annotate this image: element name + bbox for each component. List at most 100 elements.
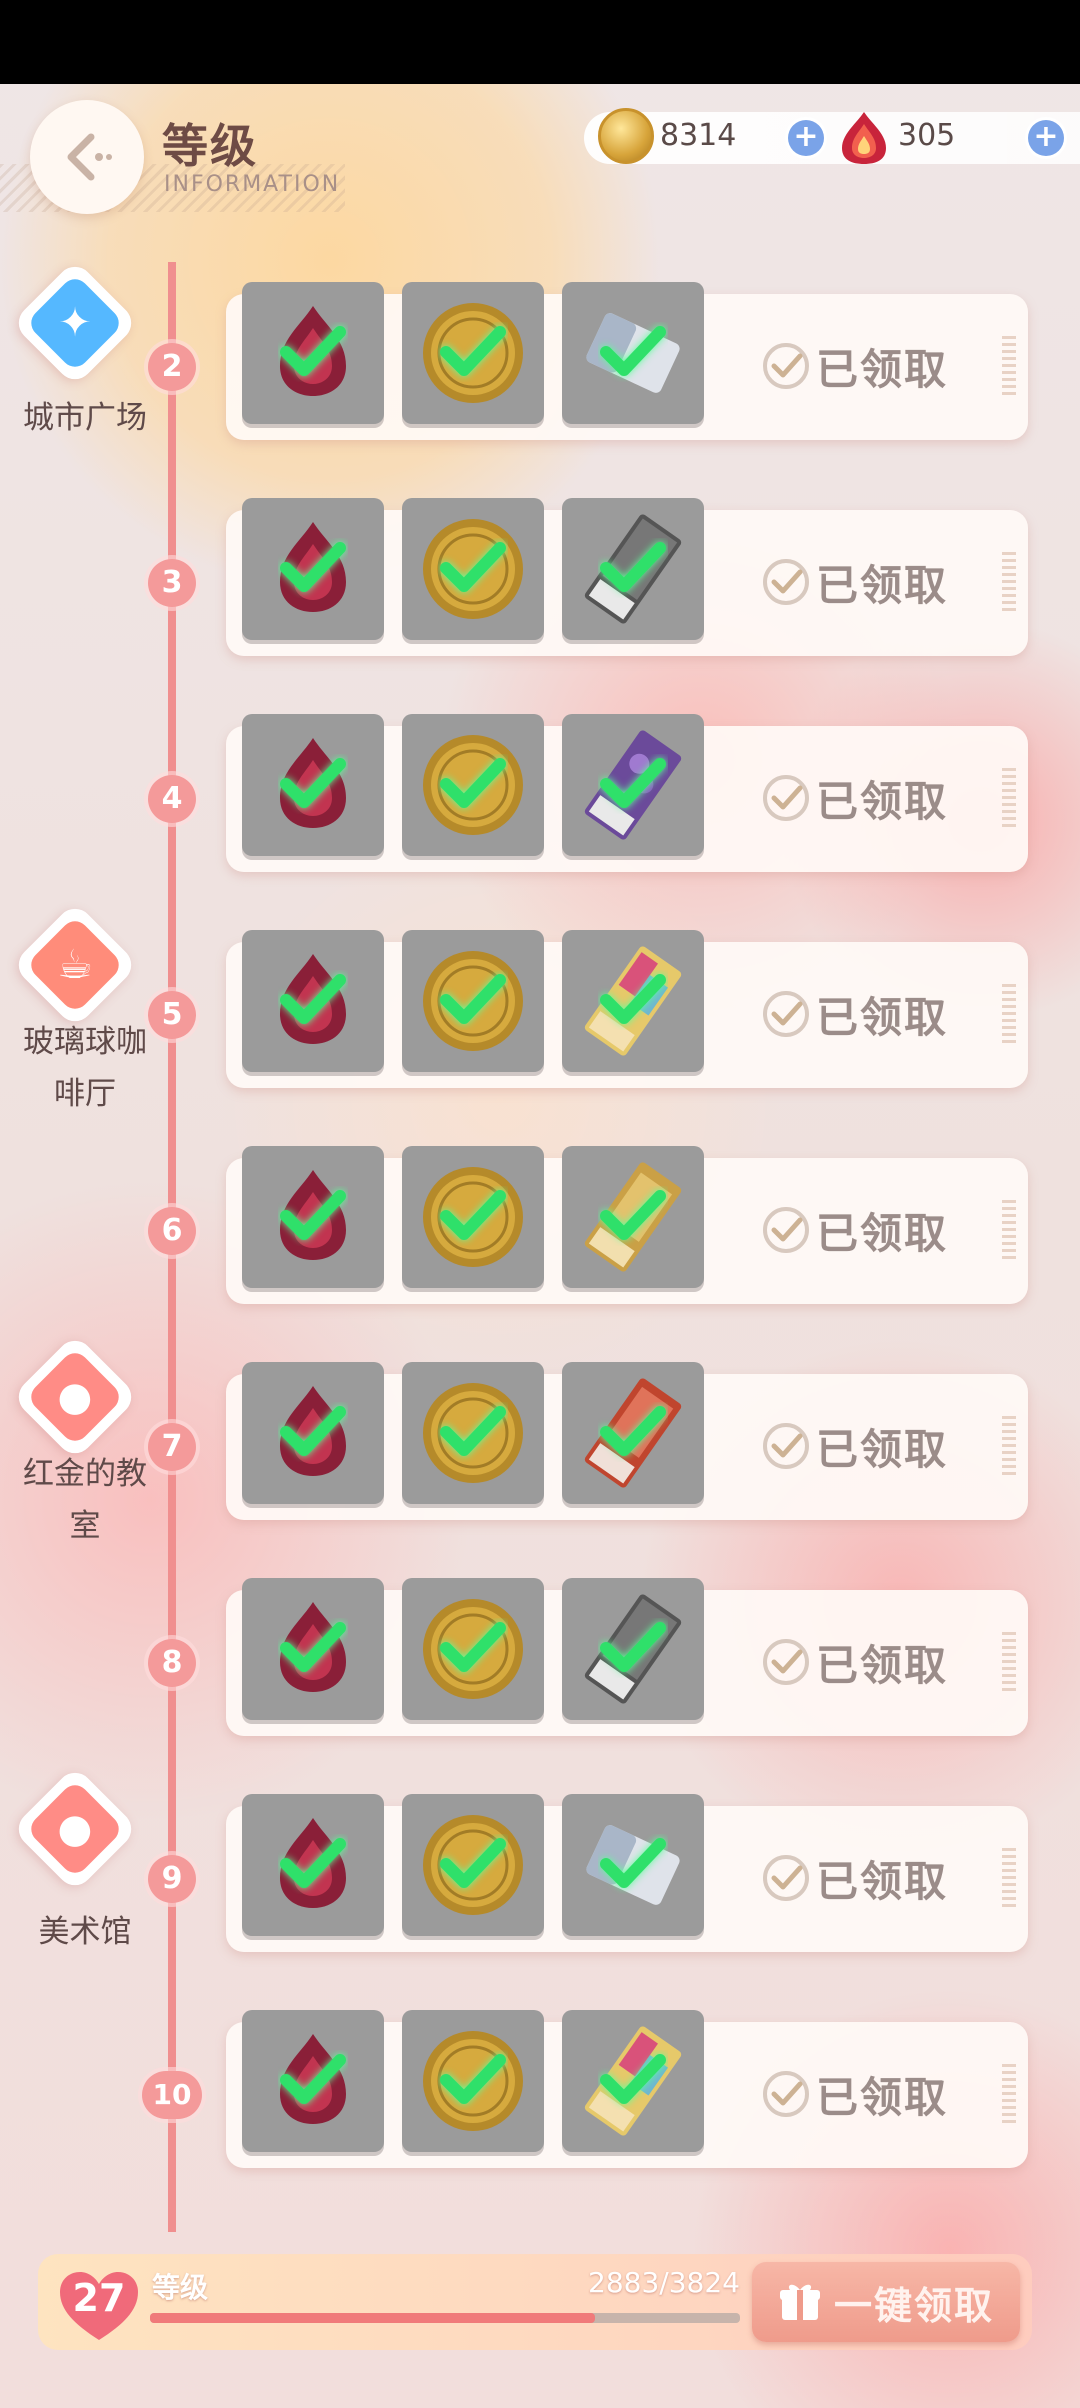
location-label: 啡厅 xyxy=(54,1076,116,1112)
claimed-check-icon xyxy=(760,340,812,392)
current-level: 27 xyxy=(72,2276,126,2320)
card-decoration xyxy=(1002,984,1016,1046)
level-marker: 6 xyxy=(148,1207,196,1255)
check-icon xyxy=(438,1186,508,1246)
check-icon xyxy=(438,538,508,598)
check-icon xyxy=(438,2050,508,2110)
card-decoration xyxy=(1002,1848,1016,1910)
coin-reward[interactable] xyxy=(402,1578,544,1720)
item-reward[interactable] xyxy=(562,2010,704,2152)
coin-reward[interactable] xyxy=(402,2010,544,2152)
coin-reward[interactable] xyxy=(402,282,544,424)
card-decoration xyxy=(1002,768,1016,830)
check-icon xyxy=(278,970,348,1030)
claimed-status: 已领取 xyxy=(760,1632,960,1692)
gem-reward[interactable] xyxy=(242,498,384,640)
location-label: 玻璃球咖 xyxy=(23,1024,147,1060)
claimed-status: 已领取 xyxy=(760,768,960,828)
level-marker: 9 xyxy=(148,1855,196,1903)
item-reward[interactable] xyxy=(562,282,704,424)
check-icon xyxy=(598,2050,668,2110)
claimed-status: 已领取 xyxy=(760,1200,960,1260)
gem-reward[interactable] xyxy=(242,714,384,856)
level-marker: 8 xyxy=(148,1639,196,1687)
add-gems-button[interactable]: + xyxy=(1028,120,1064,156)
claimed-label: 已领取 xyxy=(816,344,949,394)
location-label: 红金的教 xyxy=(23,1456,147,1492)
claimed-status: 已领取 xyxy=(760,984,960,1044)
check-icon xyxy=(438,322,508,382)
item-reward[interactable] xyxy=(562,498,704,640)
check-icon xyxy=(278,754,348,814)
check-icon xyxy=(438,970,508,1030)
claimed-status: 已领取 xyxy=(760,336,960,396)
gem-reward[interactable] xyxy=(242,1578,384,1720)
claimed-check-icon xyxy=(760,1636,812,1688)
check-icon xyxy=(598,1618,668,1678)
gem-reward[interactable] xyxy=(242,930,384,1072)
claimed-status: 已领取 xyxy=(760,1416,960,1476)
coin-reward[interactable] xyxy=(402,1794,544,1936)
check-icon xyxy=(278,2050,348,2110)
level-marker: 3 xyxy=(148,559,196,607)
claim-all-button[interactable]: 一键领取 xyxy=(752,2262,1020,2342)
check-icon xyxy=(598,754,668,814)
back-button[interactable] xyxy=(30,100,144,214)
check-icon xyxy=(438,1618,508,1678)
item-reward[interactable] xyxy=(562,1362,704,1504)
location-label: 室 xyxy=(69,1508,101,1544)
claimed-label: 已领取 xyxy=(816,1856,949,1906)
item-reward[interactable] xyxy=(562,714,704,856)
coin-reward[interactable] xyxy=(402,714,544,856)
item-reward[interactable] xyxy=(562,1794,704,1936)
check-icon xyxy=(438,1402,508,1462)
page-title: 等级 xyxy=(162,119,258,173)
check-icon xyxy=(438,754,508,814)
currency-bar xyxy=(584,112,1080,164)
check-icon xyxy=(598,1402,668,1462)
item-reward[interactable] xyxy=(562,1578,704,1720)
claimed-label: 已领取 xyxy=(816,1208,949,1258)
claim-all-label: 一键领取 xyxy=(833,2283,994,2328)
check-icon xyxy=(598,538,668,598)
coin-icon xyxy=(598,108,654,164)
gem-reward[interactable] xyxy=(242,282,384,424)
level-marker: 4 xyxy=(148,775,196,823)
check-icon xyxy=(278,1618,348,1678)
claimed-check-icon xyxy=(760,1204,812,1256)
card-decoration xyxy=(1002,1632,1016,1694)
claimed-check-icon xyxy=(760,2068,812,2120)
coin-reward[interactable] xyxy=(402,1146,544,1288)
coin-reward[interactable] xyxy=(402,1362,544,1504)
location-label: 城市广场 xyxy=(23,400,147,436)
check-icon xyxy=(598,970,668,1030)
check-icon xyxy=(598,322,668,382)
card-decoration xyxy=(1002,1416,1016,1478)
check-icon xyxy=(278,1834,348,1894)
gift-icon xyxy=(779,2284,820,2320)
back-arrow-icon xyxy=(67,133,112,181)
claimed-label: 已领取 xyxy=(816,2072,949,2122)
gem-reward[interactable] xyxy=(242,1362,384,1504)
claimed-label: 已领取 xyxy=(816,1424,949,1474)
claimed-label: 已领取 xyxy=(816,776,949,826)
coin-reward[interactable] xyxy=(402,930,544,1072)
claimed-check-icon xyxy=(760,772,812,824)
experience-track xyxy=(150,2313,740,2323)
add-coins-button[interactable]: + xyxy=(788,120,824,156)
gem-reward[interactable] xyxy=(242,1794,384,1936)
claimed-label: 已领取 xyxy=(816,992,949,1042)
level-marker: 10 xyxy=(142,2071,202,2119)
coin-reward[interactable] xyxy=(402,498,544,640)
item-reward[interactable] xyxy=(562,1146,704,1288)
claimed-check-icon xyxy=(760,988,812,1040)
card-decoration xyxy=(1002,336,1016,398)
claimed-check-icon xyxy=(760,1420,812,1472)
gem-reward[interactable] xyxy=(242,2010,384,2152)
gem-icon xyxy=(842,112,886,164)
item-reward[interactable] xyxy=(562,930,704,1072)
location-label: 美术馆 xyxy=(38,1914,132,1950)
gem-amount: 305 xyxy=(898,118,956,153)
gem-reward[interactable] xyxy=(242,1146,384,1288)
palette-icon: ● xyxy=(57,1374,93,1420)
